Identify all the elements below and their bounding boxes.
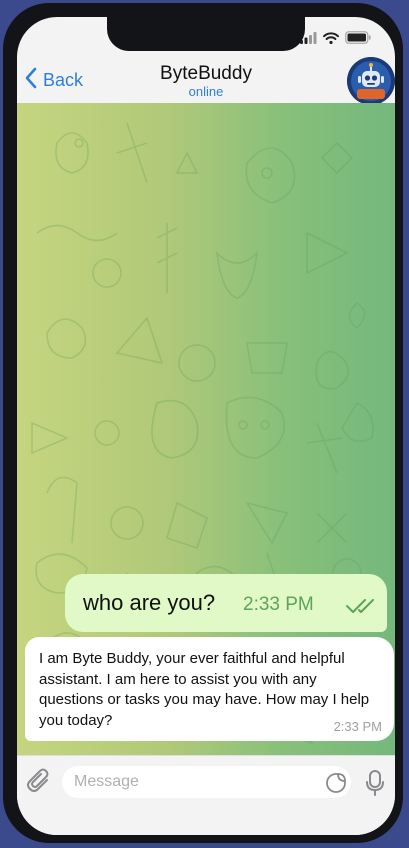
message-time: 2:33 PM	[243, 594, 314, 615]
chat-background: who are you? 2:33 PM I am Byte Buddy, yo…	[17, 103, 395, 755]
sticker-icon[interactable]	[325, 772, 347, 799]
message-input[interactable]	[62, 766, 351, 798]
chat-status: online	[188, 84, 224, 99]
page-background: Back ByteBuddy online who are you? 2:33 …	[0, 0, 409, 848]
wifi-icon	[323, 31, 339, 49]
status-bar-icons	[300, 31, 371, 49]
battery-icon	[345, 31, 371, 49]
avatar[interactable]	[347, 57, 395, 105]
phone-notch	[107, 17, 305, 51]
message-composer	[17, 755, 395, 810]
phone-frame: Back ByteBuddy online who are you? 2:33 …	[3, 3, 403, 843]
message-text: who are you?	[83, 590, 216, 615]
incoming-message[interactable]: I am Byte Buddy, your ever faithful and …	[25, 637, 394, 741]
outgoing-message[interactable]: who are you? 2:33 PM	[65, 574, 387, 632]
phone-screen: Back ByteBuddy online who are you? 2:33 …	[17, 17, 395, 835]
chat-title-block[interactable]: ByteBuddy online	[17, 63, 395, 99]
message-time: 2:33 PM	[333, 719, 382, 734]
double-check-icon	[345, 598, 379, 619]
chat-title: ByteBuddy	[160, 63, 252, 84]
home-indicator-area	[17, 809, 395, 835]
microphone-icon[interactable]	[365, 769, 385, 802]
chat-header: Back ByteBuddy online	[17, 57, 395, 105]
message-text: I am Byte Buddy, your ever faithful and …	[39, 650, 370, 729]
paperclip-icon[interactable]	[27, 768, 53, 801]
